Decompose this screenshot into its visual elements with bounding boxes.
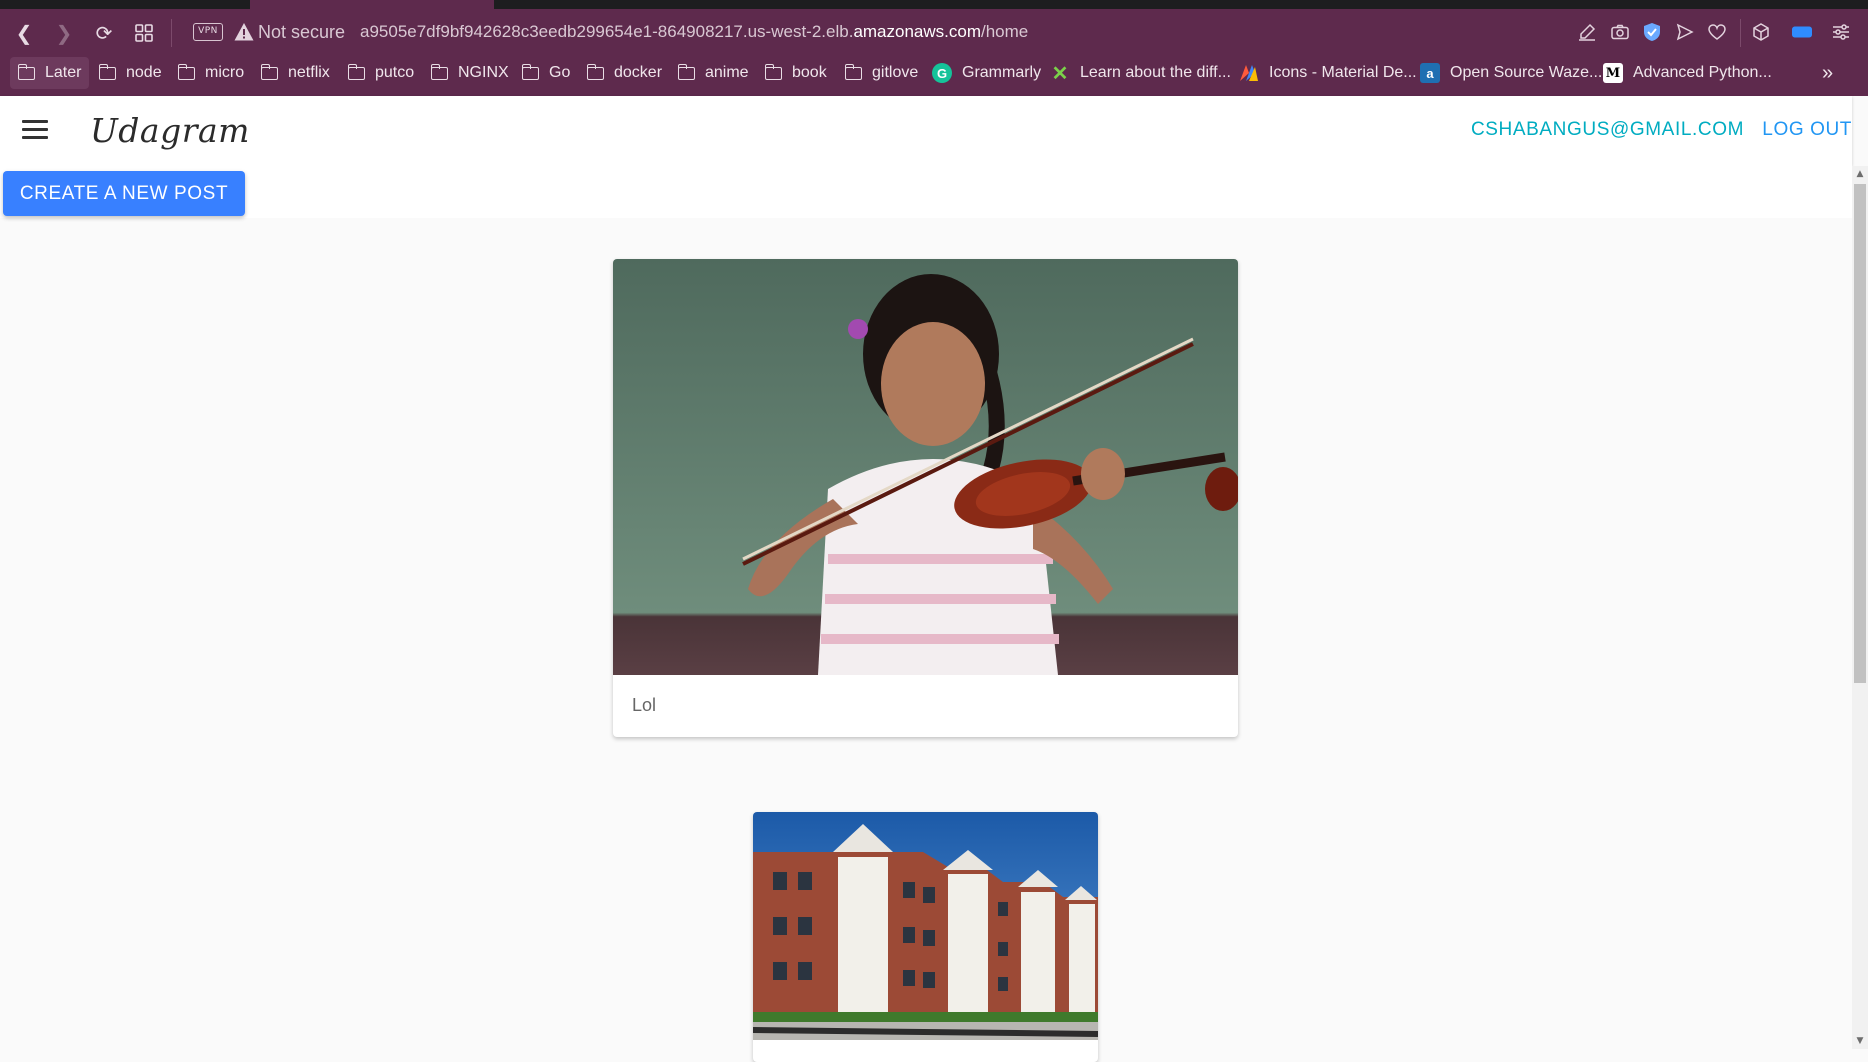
camera-icon[interactable] xyxy=(1610,22,1630,42)
heart-icon[interactable] xyxy=(1707,22,1727,42)
folder-icon xyxy=(764,63,782,80)
post-caption: Lol xyxy=(632,695,657,715)
bookmark-gitlove[interactable]: gitlove xyxy=(844,57,918,89)
bookmark-go[interactable]: Go xyxy=(521,57,570,89)
active-tab[interactable] xyxy=(250,0,494,9)
bookmark-node[interactable]: node xyxy=(98,57,162,89)
app-toolbar: Udagram CSHABANGUS@GMAIL.COM LOG OUT xyxy=(0,96,1852,166)
folder-icon xyxy=(260,63,278,80)
tab-strip xyxy=(0,0,1868,9)
a-icon: a xyxy=(1420,63,1440,83)
folder-icon xyxy=(677,63,695,80)
grammarly-icon: G xyxy=(932,63,952,83)
edit-icon[interactable] xyxy=(1577,22,1597,42)
battery-icon[interactable] xyxy=(1792,22,1812,42)
folder-icon xyxy=(347,63,365,80)
post-card[interactable] xyxy=(753,812,1098,1062)
bookmark-open-source-waze[interactable]: a Open Source Waze... xyxy=(1420,57,1602,89)
bookmark-netflix[interactable]: netflix xyxy=(260,57,330,89)
send-icon[interactable] xyxy=(1675,22,1695,42)
address-bar[interactable]: a9505e7df9bf942628c3eedb299654e1-8649082… xyxy=(360,22,1028,42)
x-icon: ✕ xyxy=(1051,62,1069,85)
tabs-grid-icon[interactable] xyxy=(124,9,164,57)
folder-icon xyxy=(98,63,116,80)
folder-icon xyxy=(586,63,604,80)
bookmark-putco[interactable]: putco xyxy=(347,57,414,89)
material-icon xyxy=(1239,63,1259,83)
vertical-scrollbar[interactable]: ▲ ▼ xyxy=(1852,166,1868,1049)
action-bar xyxy=(0,166,1852,218)
url-path: /home xyxy=(981,22,1029,41)
toolbar-separator xyxy=(1740,19,1741,47)
forward-icon[interactable]: ❯ xyxy=(44,9,84,57)
bookmark-docker[interactable]: docker xyxy=(586,57,662,89)
logout-button[interactable]: LOG OUT xyxy=(1762,119,1852,141)
medium-icon: M xyxy=(1603,63,1623,83)
bookmark-advanced-python[interactable]: M Advanced Python... xyxy=(1603,57,1772,89)
folder-icon xyxy=(177,63,195,80)
app-brand[interactable]: Udagram xyxy=(90,111,250,150)
user-email-link[interactable]: CSHABANGUS@GMAIL.COM xyxy=(1471,119,1744,141)
vpn-badge[interactable]: VPN xyxy=(193,23,223,41)
url-prefix: a9505e7df9bf942628c3eedb299654e1-8649082… xyxy=(360,22,854,41)
post-image-apartment xyxy=(753,812,1098,1040)
reload-icon[interactable]: ⟳ xyxy=(84,9,124,57)
bookmark-later[interactable]: Later xyxy=(10,57,90,89)
settings-menu-icon[interactable] xyxy=(1831,22,1851,42)
cube-icon[interactable] xyxy=(1751,22,1771,42)
scroll-up-icon[interactable]: ▲ xyxy=(1852,166,1868,182)
post-image-violin xyxy=(613,259,1238,675)
toolbar-separator xyxy=(171,19,172,47)
page-content: Udagram CSHABANGUS@GMAIL.COM LOG OUT CRE… xyxy=(0,96,1868,1062)
warning-icon[interactable] xyxy=(234,22,254,42)
scroll-down-icon[interactable]: ▼ xyxy=(1852,1033,1868,1049)
bookmark-material-icons[interactable]: Icons - Material De... xyxy=(1239,57,1417,89)
bookmark-micro[interactable]: micro xyxy=(177,57,244,89)
browser-chrome: ❮ ❯ ⟳ VPN Not secure a9505e7df9bf942628c… xyxy=(0,0,1868,96)
folder-icon xyxy=(844,63,862,80)
bookmark-grammarly[interactable]: G Grammarly xyxy=(932,57,1041,89)
folder-icon xyxy=(17,63,35,80)
folder-icon xyxy=(430,63,448,80)
scroll-thumb[interactable] xyxy=(1854,184,1866,683)
bookmark-book[interactable]: book xyxy=(764,57,827,89)
bookmark-nginx[interactable]: NGINX xyxy=(430,57,509,89)
menu-icon[interactable] xyxy=(22,120,48,140)
more-bookmarks-icon[interactable]: » xyxy=(1822,57,1833,89)
folder-icon xyxy=(521,63,539,80)
bookmark-anime[interactable]: anime xyxy=(677,57,749,89)
shield-icon[interactable] xyxy=(1642,22,1662,42)
security-status[interactable]: Not secure xyxy=(258,22,345,43)
back-icon[interactable]: ❮ xyxy=(4,9,44,57)
post-card[interactable]: Lol xyxy=(613,259,1238,737)
url-domain: amazonaws.com xyxy=(853,22,981,41)
create-post-button[interactable]: CREATE A NEW POST xyxy=(3,171,245,216)
bookmarks-bar: Later node micro netflix putco NGINX Go … xyxy=(0,57,1868,96)
bookmark-learn-about[interactable]: ✕ Learn about the diff... xyxy=(1050,57,1231,89)
